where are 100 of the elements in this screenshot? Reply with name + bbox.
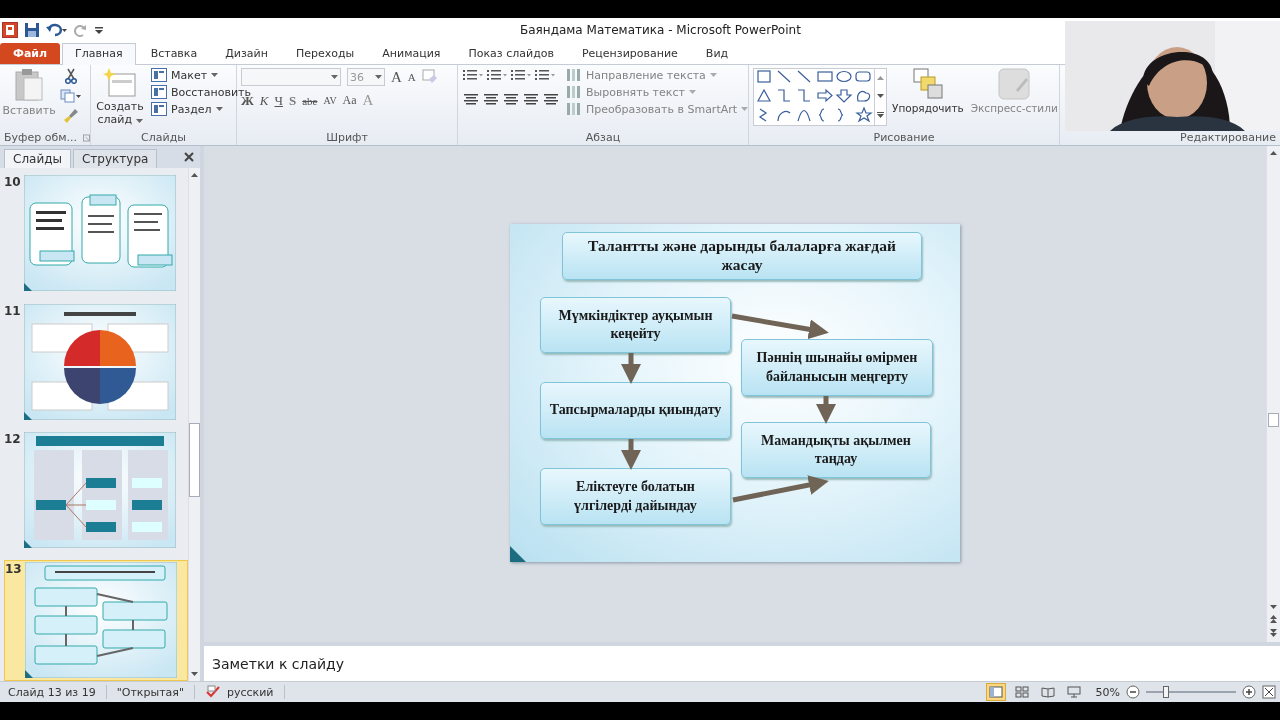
arrow bbox=[816, 396, 836, 424]
group-label: Шрифт bbox=[326, 131, 368, 144]
caret-icon[interactable] bbox=[331, 75, 338, 79]
slide-thumbnail[interactable]: 10 bbox=[4, 174, 188, 294]
scroll-down-icon[interactable] bbox=[191, 672, 198, 676]
caret-icon[interactable] bbox=[215, 107, 223, 111]
align-icon[interactable] bbox=[462, 92, 480, 106]
slide-number: 13 bbox=[5, 561, 21, 576]
list-icon[interactable] bbox=[486, 68, 508, 82]
zoom-level[interactable]: 50% bbox=[1095, 685, 1120, 699]
copy-icon[interactable] bbox=[60, 89, 82, 103]
slide-number: 12 bbox=[4, 432, 20, 446]
ribbon-tab[interactable]: Анимация bbox=[369, 43, 454, 64]
view-button[interactable] bbox=[985, 683, 1006, 701]
panel-tab[interactable]: Слайды bbox=[4, 149, 71, 168]
corner-decoration bbox=[510, 546, 526, 562]
caret-icon[interactable] bbox=[135, 119, 143, 123]
shape-icons-drawing[interactable] bbox=[756, 69, 874, 123]
list-icon[interactable] bbox=[510, 68, 532, 82]
align-icon[interactable] bbox=[522, 92, 540, 106]
language-indicator[interactable]: русский bbox=[226, 685, 274, 699]
ribbon-tab[interactable]: Файл bbox=[0, 43, 61, 64]
window-title: Баяндама Математика - Microsoft PowerPoint bbox=[520, 23, 801, 37]
scroll-up-icon[interactable] bbox=[1270, 151, 1277, 155]
slide-counter: Слайд 13 из 19 bbox=[8, 685, 96, 699]
align-icon[interactable] bbox=[542, 92, 560, 106]
group-label: Слайды bbox=[141, 131, 186, 144]
layout-icon[interactable] bbox=[151, 102, 167, 116]
scroll-down-icon[interactable] bbox=[1270, 605, 1277, 609]
font-size-button[interactable]: A bbox=[391, 68, 402, 86]
group-label: Буфер обм... bbox=[4, 131, 77, 144]
slide-number: 11 bbox=[4, 303, 20, 318]
arrow bbox=[621, 353, 641, 384]
undo-icon[interactable] bbox=[46, 23, 68, 37]
arrange-button[interactable]: Упорядочить bbox=[892, 102, 964, 114]
spellcheck-icon[interactable] bbox=[204, 685, 221, 699]
flowchart-box: Мамандықты ақылмен таңдау bbox=[741, 422, 931, 478]
slide-title: Талантты және дарынды балаларға жағдай жасау bbox=[562, 232, 922, 280]
flowchart-box: Мүмкіндіктер ауқымын кеңейту bbox=[540, 297, 731, 353]
group-label: Редактирование bbox=[1180, 131, 1276, 144]
panel-tab[interactable]: Структура bbox=[73, 149, 158, 168]
theme-name[interactable]: "Открытая" bbox=[116, 685, 184, 699]
ribbon-tab[interactable]: Дизайн bbox=[212, 43, 281, 64]
ribbon-tab[interactable]: Переходы bbox=[282, 43, 368, 64]
scissors-icon[interactable] bbox=[64, 68, 78, 84]
slide-number: 10 bbox=[4, 175, 20, 189]
font-size-button[interactable]: A bbox=[407, 71, 416, 83]
list-icon[interactable] bbox=[462, 68, 484, 82]
scroll-down-icon[interactable] bbox=[877, 94, 884, 98]
align-icon[interactable] bbox=[482, 92, 500, 106]
new-slide-button[interactable]: Создать слайд bbox=[94, 100, 146, 126]
more-icon[interactable] bbox=[877, 112, 884, 118]
flowchart-box: Еліктеуге болатын үлгілерді дайындау bbox=[540, 468, 731, 525]
list-icon[interactable] bbox=[534, 68, 556, 82]
customize-icon[interactable] bbox=[94, 24, 104, 36]
group-label: Абзац bbox=[585, 131, 621, 144]
slide-thumbnail[interactable]: 12 bbox=[4, 431, 188, 551]
slide-thumbnail[interactable]: 11 bbox=[4, 302, 188, 422]
font-button[interactable]: Ч bbox=[274, 92, 283, 109]
scrollbar-thumb[interactable] bbox=[1268, 413, 1279, 427]
shapes-gallery[interactable] bbox=[753, 68, 887, 126]
font-button[interactable]: Aa bbox=[342, 93, 357, 108]
scroll-up-icon[interactable] bbox=[877, 76, 884, 80]
fit-window-icon[interactable] bbox=[1262, 685, 1276, 699]
flowchart-box: Пәннің шынайы өмірмен байланысын меңгерту bbox=[741, 339, 933, 396]
font-button[interactable]: S bbox=[288, 92, 297, 109]
caret-icon[interactable] bbox=[211, 73, 219, 77]
previous-slide-icon[interactable] bbox=[1270, 615, 1277, 623]
zoom-out-icon[interactable] bbox=[1126, 685, 1140, 699]
flowchart-box: Тапсырмаларды қиындату bbox=[540, 382, 731, 439]
ribbon-tab[interactable]: Вид bbox=[692, 43, 742, 64]
clipboard-icon[interactable] bbox=[14, 68, 44, 102]
group-label: Рисование bbox=[873, 131, 935, 144]
powerpoint-logo-icon[interactable] bbox=[2, 22, 18, 38]
next-slide-icon[interactable] bbox=[1270, 629, 1277, 637]
font-button[interactable]: К bbox=[259, 92, 269, 109]
font-button[interactable]: AV bbox=[323, 95, 337, 106]
slides-command[interactable]: Макет bbox=[171, 68, 208, 82]
arrow bbox=[621, 439, 641, 470]
notes-pane[interactable]: Заметки к слайду bbox=[204, 642, 1280, 681]
zoom-in-icon[interactable] bbox=[1242, 685, 1256, 699]
font-name-field[interactable] bbox=[241, 68, 341, 86]
ribbon-tab[interactable]: Вставка bbox=[137, 43, 211, 64]
font-button[interactable]: abe bbox=[302, 94, 318, 107]
slide-thumbnail[interactable]: 13 bbox=[4, 559, 188, 681]
brush-icon[interactable] bbox=[63, 108, 79, 124]
layout-icon[interactable] bbox=[151, 85, 167, 99]
ribbon-tab[interactable]: Главная bbox=[62, 43, 136, 65]
ribbon-tab[interactable]: Показ слайдов bbox=[455, 43, 567, 64]
layout-icon[interactable] bbox=[151, 68, 167, 82]
zoom-slider[interactable] bbox=[1146, 685, 1236, 699]
scrollbar-thumb[interactable] bbox=[189, 423, 200, 497]
ribbon-tab[interactable]: Рецензирование bbox=[568, 43, 691, 64]
scroll-up-icon[interactable] bbox=[191, 173, 198, 177]
close-icon[interactable] bbox=[184, 152, 194, 162]
slides-command[interactable]: Раздел bbox=[171, 102, 212, 116]
paste-button[interactable]: Вставить bbox=[2, 104, 56, 117]
align-icon[interactable] bbox=[502, 92, 520, 106]
save-icon[interactable] bbox=[24, 22, 40, 38]
caret-icon[interactable] bbox=[375, 75, 382, 79]
